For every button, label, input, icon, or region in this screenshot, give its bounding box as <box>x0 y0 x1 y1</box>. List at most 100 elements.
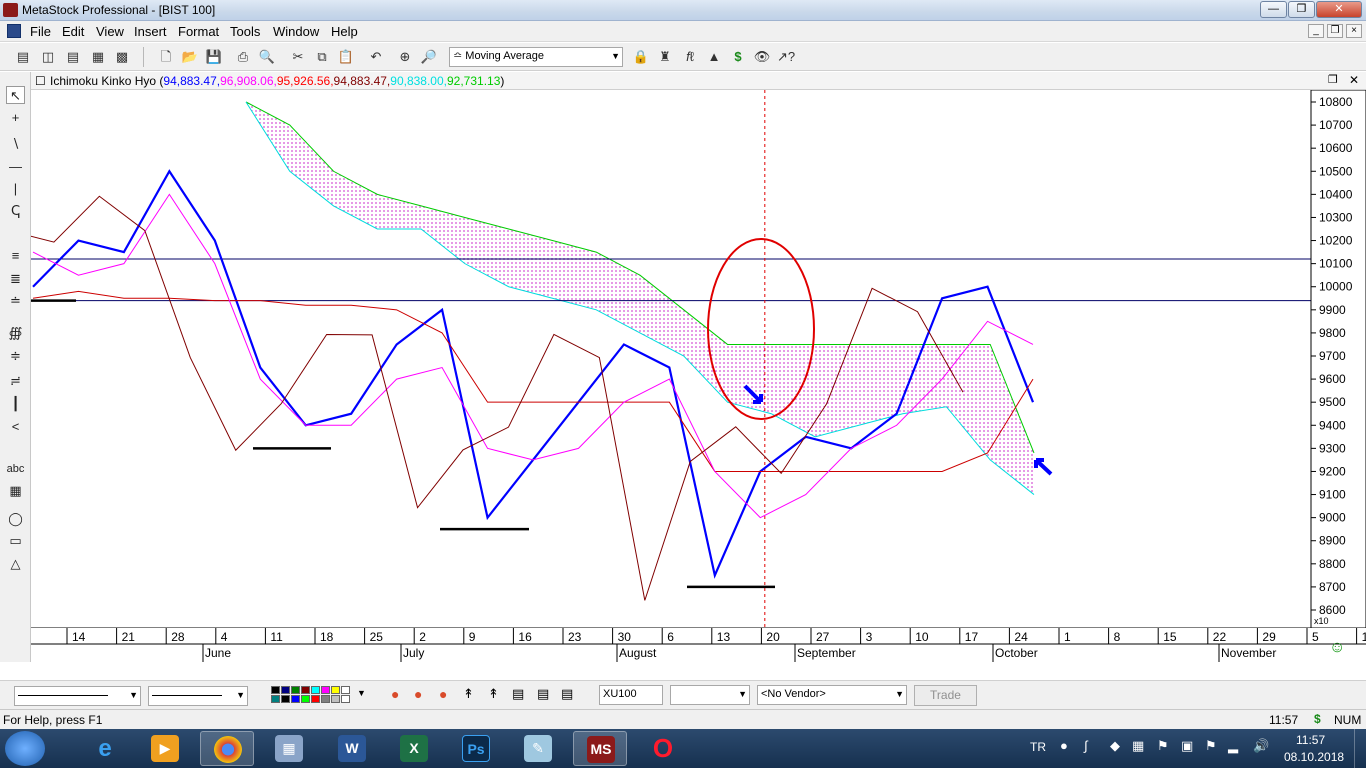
clock-date[interactable]: 08.10.2018 <box>1284 750 1344 764</box>
color-swatch[interactable] <box>271 686 280 694</box>
menu-insert[interactable]: Insert <box>134 24 167 39</box>
excel-taskbar-app[interactable]: X <box>387 731 441 766</box>
insert-icon[interactable]: ↟ <box>463 686 474 702</box>
paste-icon[interactable]: 📋 <box>337 48 355 66</box>
tray-bluetooth-icon[interactable]: ∫ <box>1084 738 1088 753</box>
vertical-line-icon[interactable]: | <box>6 180 25 198</box>
retracement-icon[interactable]: ≣ <box>6 270 25 288</box>
photoshop-taskbar-app[interactable]: Ps <box>449 731 503 766</box>
mdi-minimize-button[interactable]: _ <box>1308 24 1324 38</box>
line-width-select[interactable]: ▼ <box>148 686 248 706</box>
cycles-icon[interactable]: ┃ <box>6 395 25 413</box>
vendor-select[interactable]: <No Vendor> ▼ <box>757 685 907 705</box>
color-swatch[interactable] <box>271 695 280 703</box>
chrome-link-icon-1[interactable]: ● <box>391 686 399 702</box>
color-swatch[interactable] <box>341 695 350 703</box>
upload-icon[interactable]: ↟ <box>488 686 499 702</box>
triangle-tool-icon[interactable]: △ <box>6 555 25 573</box>
chrome-link-icon-3[interactable]: ● <box>439 686 447 702</box>
ichimoku-chart[interactable]: 1080010700106001050010400103001020010100… <box>31 90 1366 662</box>
formula-icon[interactable]: fℓ <box>681 48 699 66</box>
word-taskbar-app[interactable]: W <box>325 731 379 766</box>
ie-taskbar-app[interactable]: e <box>78 731 132 766</box>
close-button[interactable]: ✕ <box>1316 1 1362 18</box>
crosshair-tool-icon[interactable]: + <box>6 109 25 127</box>
menu-help[interactable]: Help <box>331 24 358 39</box>
save-icon[interactable]: 💾 <box>205 48 223 66</box>
line-style-select[interactable]: ▼ <box>14 686 141 706</box>
lock-icon[interactable]: 🔒 <box>632 48 650 66</box>
tray-flag-icon[interactable]: ⚑ <box>1157 738 1169 754</box>
expert-icon[interactable]: ♜ <box>656 48 674 66</box>
minimize-button[interactable]: — <box>1260 1 1287 18</box>
table-tool-icon[interactable]: ▦ <box>6 482 25 500</box>
system-tester-icon[interactable]: ▲ <box>705 48 723 66</box>
symbol-input[interactable]: XU100 <box>599 685 663 705</box>
open-icon[interactable]: 📂 <box>181 48 199 66</box>
tray-signal-icon[interactable]: ▂ <box>1228 738 1238 754</box>
color-swatch[interactable] <box>291 695 300 703</box>
tray-network-icon[interactable]: ▣ <box>1181 738 1193 754</box>
grid-icon[interactable]: ▦ <box>89 48 107 66</box>
show-desktop-button[interactable] <box>1354 729 1366 768</box>
ellipse-tool-icon[interactable]: ◯ <box>6 510 25 528</box>
color-swatch[interactable] <box>301 686 310 694</box>
trendline-icon[interactable]: ∖ <box>6 135 25 153</box>
color-swatch[interactable] <box>311 695 320 703</box>
notes-taskbar-app[interactable]: ✎ <box>511 731 565 766</box>
menu-format[interactable]: Format <box>178 24 219 39</box>
speed-lines-icon[interactable]: ≐ <box>6 292 25 310</box>
opera-taskbar-app[interactable]: O <box>636 731 690 766</box>
panel-icon-3[interactable]: ▤ <box>561 686 573 702</box>
palette-dropdown-icon[interactable]: ▼ <box>357 688 366 698</box>
calculator-taskbar-app[interactable]: ▦ <box>262 731 316 766</box>
color-swatch[interactable] <box>321 695 330 703</box>
cascade-icon[interactable]: ▩ <box>113 48 131 66</box>
chart-close-icon[interactable]: ✕ <box>1349 73 1359 87</box>
mdi-close-button[interactable]: × <box>1346 24 1362 38</box>
new-icon[interactable]: 🗋 <box>157 48 175 66</box>
channel-icon[interactable]: ≓ <box>6 372 25 390</box>
menu-edit[interactable]: Edit <box>62 24 84 39</box>
color-swatch[interactable] <box>311 686 320 694</box>
indicator-select[interactable]: ≏ Moving Average ▼ <box>449 47 623 67</box>
panel-icon-2[interactable]: ▤ <box>537 686 549 702</box>
language-indicator[interactable]: TR <box>1030 740 1046 754</box>
help-cursor-icon[interactable]: ↗? <box>777 48 795 66</box>
menu-tools[interactable]: Tools <box>230 24 260 39</box>
color-swatch[interactable] <box>321 686 330 694</box>
tray-action-icon[interactable]: ⚑ <box>1205 738 1217 754</box>
tile-horizontal-icon[interactable]: ▤ <box>64 48 82 66</box>
print-preview-icon[interactable]: 🔍 <box>258 48 276 66</box>
menu-file[interactable]: File <box>30 24 51 39</box>
layout-icon[interactable]: ▤ <box>14 48 32 66</box>
undo-icon[interactable]: ↶ <box>367 48 385 66</box>
tray-device-icon[interactable]: ▦ <box>1132 738 1144 754</box>
print-icon[interactable]: ⎙ <box>234 48 252 66</box>
color-swatch[interactable] <box>281 695 290 703</box>
menu-view[interactable]: View <box>96 24 124 39</box>
color-swatch[interactable] <box>341 686 350 694</box>
pointer-icon[interactable]: ↖ <box>6 86 25 104</box>
color-swatch[interactable] <box>331 695 340 703</box>
document-icon[interactable] <box>7 24 21 38</box>
chart-restore-icon[interactable]: ❐ <box>1328 73 1338 86</box>
trade-button[interactable]: Trade <box>914 685 977 706</box>
tray-volume-icon[interactable]: 🔊 <box>1253 738 1269 754</box>
zoom-icon[interactable]: 🔎 <box>420 48 438 66</box>
copy-icon[interactable]: ⧉ <box>313 48 331 66</box>
chrome-taskbar-app[interactable] <box>200 731 254 766</box>
cycle-line-icon[interactable]: ↅ <box>6 202 25 220</box>
menu-window[interactable]: Window <box>273 24 319 39</box>
start-button[interactable] <box>5 731 45 766</box>
tile-vertical-icon[interactable]: ◫ <box>39 48 57 66</box>
chart-checkbox[interactable]: ☐ <box>35 74 46 88</box>
arc-icon[interactable]: < <box>6 418 25 436</box>
chrome-link-icon-2[interactable]: ● <box>414 686 422 702</box>
text-tool-icon[interactable]: abc <box>6 460 25 478</box>
fibonacci-icon[interactable]: ≡ <box>6 247 25 265</box>
rectangle-tool-icon[interactable]: ▭ <box>6 532 25 550</box>
metastock-taskbar-app[interactable]: MS <box>573 731 627 766</box>
clock-time[interactable]: 11:57 <box>1296 733 1325 747</box>
horizontal-line-icon[interactable]: — <box>6 158 25 176</box>
